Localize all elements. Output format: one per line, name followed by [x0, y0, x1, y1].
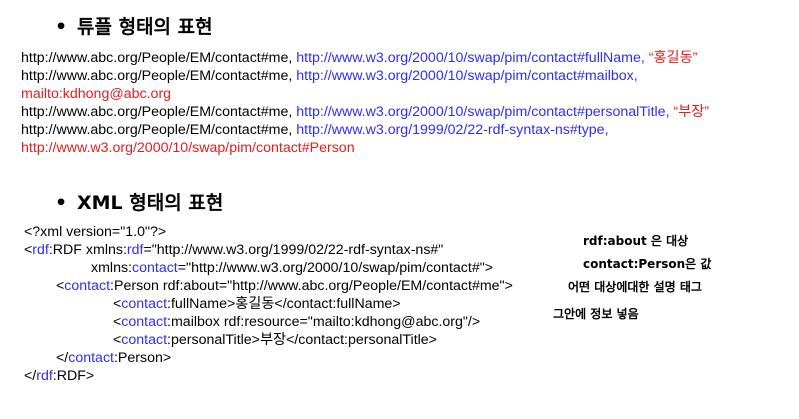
xml-rdf-close: </rdf:RDF>	[24, 368, 94, 385]
tuple-subject: http://www.abc.org/People/EM/contact#me,	[21, 122, 293, 138]
xml-text: :Person>	[113, 350, 172, 366]
xml-text: :Person rdf:about="http://www.abc.org/Pe…	[110, 278, 513, 294]
xml-personal-title: <contact:personalTitle>부장</contact:perso…	[113, 332, 437, 349]
xml-prefix: rdf	[126, 242, 144, 258]
bullet: •	[55, 16, 68, 38]
tuple-object[interactable]: mailto:kdhong@abc.org	[21, 86, 171, 102]
annotation-note: contact:Person은 값	[583, 257, 712, 271]
xml-text: :personalTitle>부장</contact:personalTitle…	[167, 332, 437, 348]
tuple-predicate[interactable]: http://www.w3.org/2000/10/swap/pim/conta…	[296, 68, 637, 84]
section-title: XML 형태의 표현	[77, 192, 224, 214]
section-heading-xml: • XML 형태의 표현	[55, 188, 223, 215]
annotation-note: rdf:about 은 대상	[583, 234, 689, 248]
tuple-subject: http://www.abc.org/People/EM/contact#me,	[21, 50, 293, 66]
tuple-subject: http://www.abc.org/People/EM/contact#me,	[21, 104, 293, 120]
xml-text: :RDF xmlns:	[48, 242, 127, 258]
tuple-subject: http://www.abc.org/People/EM/contact#me,	[21, 68, 293, 84]
tuple-object[interactable]: http://www.w3.org/2000/10/swap/pim/conta…	[21, 140, 355, 156]
xml-person-close: </contact:Person>	[56, 350, 171, 367]
xml-text: xmlns:	[91, 260, 132, 276]
xml-prefix: contact	[121, 332, 168, 348]
tuple-predicate[interactable]: http://www.w3.org/1999/02/22-rdf-syntax-…	[296, 122, 608, 138]
xml-prefix: contact	[64, 278, 111, 294]
xml-text: :RDF>	[52, 368, 95, 384]
xml-prefix: contact	[121, 314, 168, 330]
tuple-object: “홍길동”	[648, 50, 698, 66]
xml-person-open: <contact:Person rdf:about="http://www.ab…	[56, 278, 513, 295]
tuple-object: “부장”	[673, 104, 710, 120]
xml-fullname: <contact:fullName>홍길동</contact:fullName>	[113, 296, 401, 313]
xml-text: </	[56, 350, 69, 366]
tuple-row: http://www.abc.org/People/EM/contact#me,…	[21, 104, 709, 121]
annotation-note: 그안에 정보 넣음	[553, 307, 639, 321]
xml-text: :fullName>홍길동</contact:fullName>	[167, 296, 401, 312]
xml-mailbox: <contact:mailbox rdf:resource="mailto:kd…	[113, 314, 480, 331]
xml-text: ="http://www.w3.org/2000/10/swap/pim/con…	[177, 260, 494, 276]
xml-text: <?xml version="1.0"?>	[24, 224, 167, 240]
xml-text: :mailbox rdf:resource="mailto:kdhong@abc…	[167, 314, 481, 330]
xml-prefix: contact	[132, 260, 178, 276]
section-heading-tuple: • 튜플 형태의 표현	[55, 12, 213, 39]
xml-prefix: contact	[68, 350, 114, 366]
section-title: 튜플 형태의 표현	[77, 16, 213, 38]
tuple-row-continuation: http://www.w3.org/2000/10/swap/pim/conta…	[21, 140, 355, 157]
tuple-predicate[interactable]: http://www.w3.org/2000/10/swap/pim/conta…	[296, 50, 645, 66]
xml-prefix: contact	[121, 296, 168, 312]
annotation-note: 어떤 대상에대한 설명 태그	[568, 280, 702, 294]
xml-namespace-contact: xmlns:contact="http://www.w3.org/2000/10…	[91, 260, 493, 277]
tuple-row: http://www.abc.org/People/EM/contact#me,…	[21, 50, 697, 67]
xml-text: </	[24, 368, 37, 384]
xml-prefix: rdf	[36, 368, 53, 384]
tuple-row: http://www.abc.org/People/EM/contact#me,…	[21, 122, 609, 139]
bullet: •	[55, 192, 68, 214]
tuple-predicate[interactable]: http://www.w3.org/2000/10/swap/pim/conta…	[296, 104, 669, 120]
tuple-row-continuation: mailto:kdhong@abc.org	[21, 86, 171, 103]
xml-rdf-open: <rdf:RDF xmlns:rdf="http://www.w3.org/19…	[24, 242, 443, 259]
xml-text: ="http://www.w3.org/1999/02/22-rdf-synta…	[143, 242, 444, 258]
xml-prefix: rdf	[32, 242, 49, 258]
tuple-row: http://www.abc.org/People/EM/contact#me,…	[21, 68, 638, 85]
xml-declaration: <?xml version="1.0"?>	[24, 224, 166, 241]
